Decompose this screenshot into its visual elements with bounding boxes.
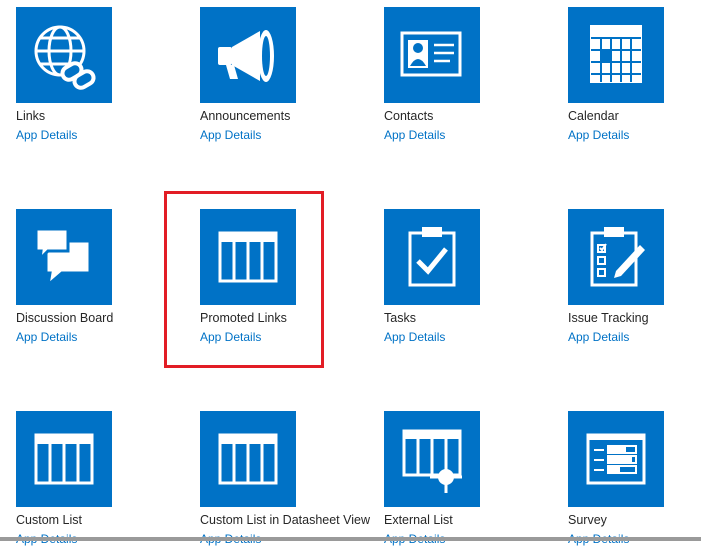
clipboard-pencil-icon[interactable]: [568, 209, 664, 305]
app-details-link[interactable]: App Details: [568, 329, 629, 345]
tile-name: External List: [384, 513, 453, 527]
calendar-icon[interactable]: [568, 7, 664, 103]
tile-name: Custom List in Datasheet View: [200, 513, 370, 527]
list-table-icon[interactable]: [16, 411, 112, 507]
app-details-link[interactable]: App Details: [384, 127, 445, 143]
app-details-link[interactable]: App Details: [200, 127, 261, 143]
horizontal-scrollbar[interactable]: [0, 537, 701, 541]
globe-link-icon[interactable]: [16, 7, 112, 103]
megaphone-icon[interactable]: [200, 7, 296, 103]
app-details-link[interactable]: App Details: [384, 329, 445, 345]
speech-bubbles-icon[interactable]: [16, 209, 112, 305]
tile-name: Links: [16, 109, 46, 123]
tile-name: Custom List: [16, 513, 82, 527]
tile-name: Promoted Links: [200, 311, 287, 325]
app-details-link[interactable]: App Details: [16, 329, 77, 345]
tile-name: Discussion Board: [16, 311, 114, 325]
app-details-link[interactable]: App Details: [200, 329, 261, 345]
tile-name: Announcements: [200, 109, 291, 123]
tile-name: Issue Tracking: [568, 311, 649, 325]
external-list-icon[interactable]: [384, 411, 480, 507]
survey-icon[interactable]: [568, 411, 664, 507]
tile-name: Survey: [568, 513, 607, 527]
tile-name: Contacts: [384, 109, 434, 123]
contact-card-icon[interactable]: [384, 7, 480, 103]
app-details-link[interactable]: App Details: [568, 127, 629, 143]
tile-name: Calendar: [568, 109, 619, 123]
datasheet-table-icon[interactable]: [200, 411, 296, 507]
app-details-link[interactable]: App Details: [16, 127, 77, 143]
clipboard-check-icon[interactable]: [384, 209, 480, 305]
promoted-links-icon[interactable]: [200, 209, 296, 305]
tile-name: Tasks: [384, 311, 416, 325]
